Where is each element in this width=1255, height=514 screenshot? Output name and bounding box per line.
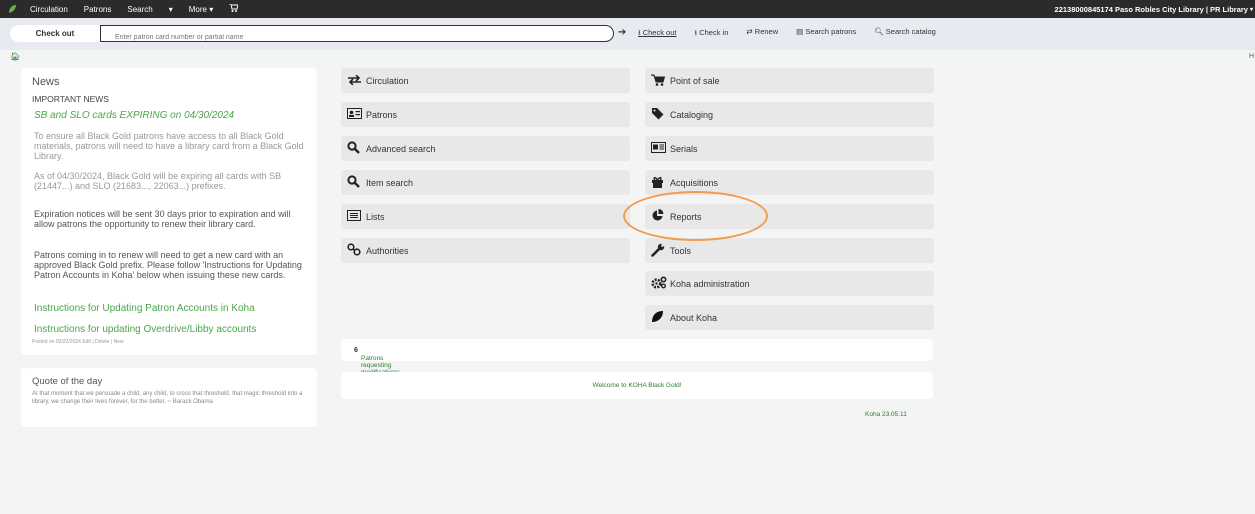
nav-more[interactable]: More ▾ <box>181 5 221 14</box>
user-library-label: 22138000845174 Paso Robles City Library … <box>1054 4 1248 14</box>
module-circulation-button[interactable]: Circulation <box>341 68 630 93</box>
logged-in-user[interactable]: 22138000845174 Paso Robles City Library … <box>1055 0 1253 18</box>
module-label: Point of sale <box>670 75 720 86</box>
news-posted-info[interactable]: Posted on 03/22/2024 Edit | Delete | New <box>32 339 124 345</box>
reports-highlight-circle <box>623 191 768 241</box>
cart-icon <box>651 74 667 88</box>
welcome-message: Welcome to KOHA Black Gold! <box>592 382 682 389</box>
home-icon[interactable]: 🏠︎ <box>10 52 20 61</box>
tag-icon <box>651 107 667 122</box>
gift-icon <box>651 176 667 190</box>
magnifier-icon <box>347 141 363 156</box>
module-label: Advanced search <box>366 143 436 154</box>
module-about-koha-button[interactable]: About Koha <box>645 305 934 330</box>
magnifier-icon <box>347 175 363 190</box>
patron-modifications-panel: Patrons requesting modifications:6 <box>341 339 933 376</box>
module-cataloging-button[interactable]: Cataloging <box>645 102 934 127</box>
tool-search-patrons[interactable]: ▤ Search patrons <box>796 27 865 40</box>
module-label: Tools <box>670 245 692 256</box>
news-paragraph: As of 04/30/2024, Black Gold will be exp… <box>34 171 282 191</box>
tool-check-out[interactable]: ⭳ Check out <box>638 27 686 40</box>
module-item-search-button[interactable]: Item search <box>341 170 630 195</box>
id-card-icon <box>347 108 363 121</box>
patron-search-wrapper <box>100 25 614 45</box>
arrow-right-icon[interactable]: ➔ <box>618 27 626 38</box>
news-title: News <box>32 76 60 88</box>
module-label: Serials <box>670 143 698 154</box>
koha-leaf-icon <box>651 310 667 325</box>
link-icon <box>347 243 363 258</box>
news-panel: News IMPORTANT NEWS SB and SLO cards EXP… <box>21 68 317 355</box>
quote-panel: Quote of the day At that moment that we … <box>21 368 317 427</box>
news-paragraph: Expiration notices will be sent 30 days … <box>34 209 291 229</box>
module-label: Koha administration <box>670 278 750 289</box>
nav-search[interactable]: Search <box>119 5 160 14</box>
module-tools-button[interactable]: Tools <box>645 238 934 263</box>
news-headline: SB and SLO cards EXPIRING on 04/30/2024 <box>34 110 235 121</box>
welcome-panel: Welcome to KOHA Black Gold! <box>341 372 933 399</box>
circ-toolbar: ⭳ Check out ⭳ Check in ⇄ Renew ▤ Search … <box>638 27 954 40</box>
top-navbar: Circulation Patrons Search ▾ More ▾ 2213… <box>0 0 1255 18</box>
gears-icon <box>651 276 667 291</box>
module-label: Patrons <box>366 109 398 120</box>
module-label: Item search <box>366 177 414 188</box>
module-patrons-button[interactable]: Patrons <box>341 102 630 127</box>
exchange-icon <box>347 73 363 87</box>
module-koha-administration-button[interactable]: Koha administration <box>645 271 934 296</box>
module-authorities-button[interactable]: Authorities <box>341 238 630 263</box>
news-subtitle: IMPORTANT NEWS <box>32 94 109 104</box>
tool-search-catalog-label: Search catalog <box>885 27 936 36</box>
module-point-of-sale-button[interactable]: Point of sale <box>645 68 934 93</box>
checkout-bar: Check out ➔ ⭳ Check out ⭳ Check in ⇄ Ren… <box>0 18 1255 50</box>
help-link[interactable]: H <box>1249 53 1254 60</box>
koha-logo-icon[interactable] <box>6 3 18 15</box>
news-paragraph: Patrons coming in to renew will need to … <box>34 250 302 280</box>
instructions-overdrive-link[interactable]: Instructions for updating Overdrive/Libb… <box>34 324 256 335</box>
module-serials-button[interactable]: Serials <box>645 136 934 161</box>
module-label: Cataloging <box>670 109 714 120</box>
nav-search-dropdown[interactable]: ▾ <box>161 5 181 14</box>
module-label: About Koha <box>670 312 718 323</box>
koha-version[interactable]: Koha 23.05.11 <box>865 411 907 418</box>
module-label: Circulation <box>366 75 409 86</box>
tool-search-patrons-label: Search patrons <box>805 27 857 36</box>
news-paragraph: To ensure all Black Gold patrons have ac… <box>34 131 304 161</box>
tool-check-in[interactable]: ⭳ Check in <box>695 27 738 40</box>
tool-renew-label: Renew <box>754 27 779 36</box>
checkout-tab[interactable]: Check out <box>10 25 100 42</box>
quote-text: At that moment that we persuade a child,… <box>32 391 303 405</box>
patron-modifications-count: 6 <box>354 347 358 354</box>
tool-check-out-label: Check out <box>642 28 677 37</box>
module-label: Authorities <box>366 245 409 256</box>
module-label: Acquisitions <box>670 177 719 188</box>
tool-check-in-label: Check in <box>699 28 729 37</box>
nav-patrons[interactable]: Patrons <box>76 5 120 14</box>
module-lists-button[interactable]: Lists <box>341 204 630 229</box>
tool-renew[interactable]: ⇄ Renew <box>746 27 787 40</box>
newspaper-icon <box>651 142 667 155</box>
list-icon <box>347 210 363 223</box>
cart-icon[interactable] <box>221 3 246 14</box>
instructions-patron-link[interactable]: Instructions for Updating Patron Account… <box>34 303 255 314</box>
module-advanced-search-button[interactable]: Advanced search <box>341 136 630 161</box>
nav-circulation[interactable]: Circulation <box>22 5 76 14</box>
tool-search-catalog[interactable]: 🔍︎ Search catalog <box>874 27 945 40</box>
wrench-icon <box>651 243 667 259</box>
module-label: Lists <box>366 211 385 222</box>
quote-title: Quote of the day <box>32 376 103 387</box>
patron-modifications-link[interactable]: Patrons requesting modifications:6 <box>351 347 401 376</box>
patron-search-input[interactable] <box>101 30 605 45</box>
caret-down-icon: ▾ <box>1249 6 1253 13</box>
